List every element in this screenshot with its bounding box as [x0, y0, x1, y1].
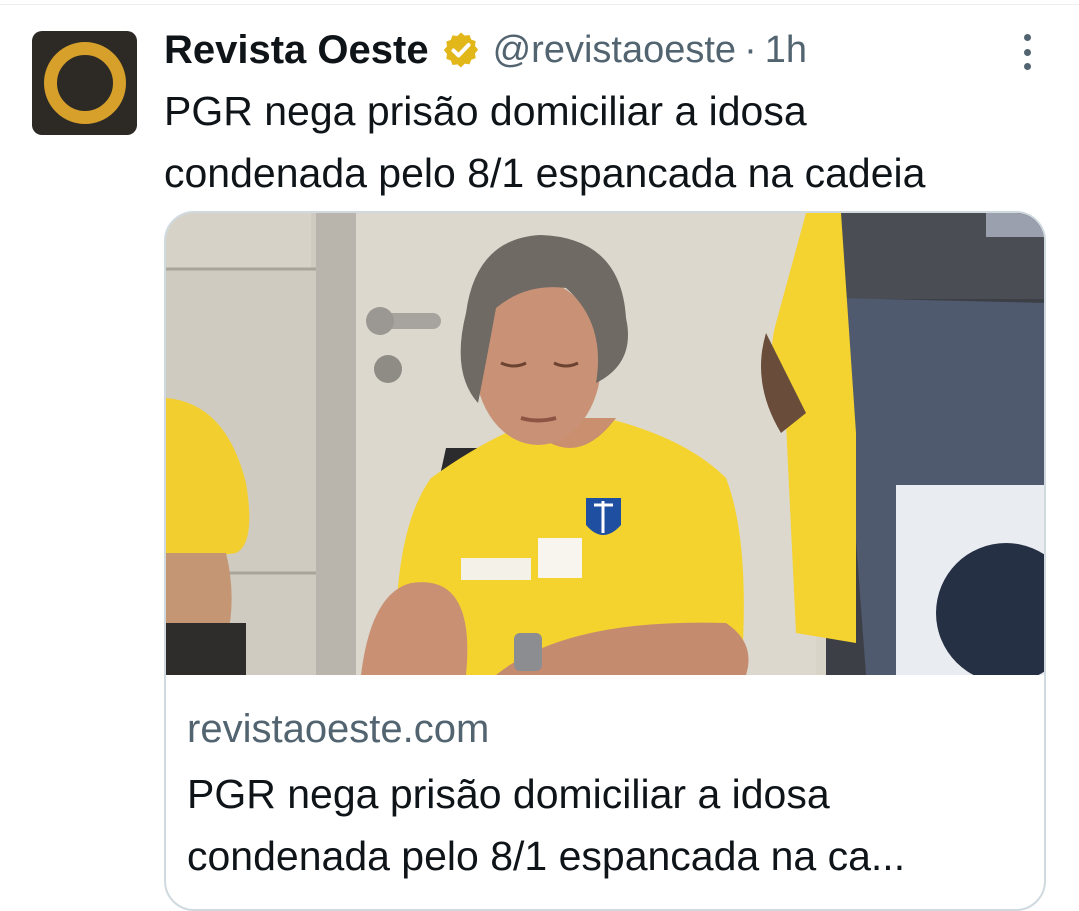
author-name[interactable]: Revista Oeste	[164, 28, 429, 73]
card-title-line: condenada pelo 8/1 espancada na ca...	[187, 833, 906, 879]
top-divider	[0, 4, 1079, 5]
revista-oeste-logo-icon	[43, 42, 126, 124]
tweet-header: Revista Oeste @revistaoeste · 1h	[164, 22, 807, 78]
link-preview-card[interactable]: revistaoeste.com PGR nega prisão domicil…	[164, 211, 1046, 911]
tweet-text-line: condenada pelo 8/1 espancada na cadeia	[164, 150, 926, 196]
avatar[interactable]	[32, 31, 137, 135]
separator-dot: ·	[744, 28, 757, 71]
tweet-text: PGR nega prisão domiciliar a idosa conde…	[164, 80, 1064, 204]
card-title: PGR nega prisão domiciliar a idosa conde…	[187, 763, 1027, 887]
more-options-icon[interactable]	[1012, 34, 1042, 70]
tweet-text-line: PGR nega prisão domiciliar a idosa	[164, 88, 807, 134]
author-handle[interactable]: @revistaoeste	[493, 29, 736, 72]
card-title-line: PGR nega prisão domiciliar a idosa	[187, 771, 830, 817]
verified-badge-icon	[443, 32, 478, 68]
article-photo	[166, 213, 1044, 675]
card-domain: revistaoeste.com	[187, 707, 490, 751]
timestamp[interactable]: 1h	[765, 29, 807, 72]
